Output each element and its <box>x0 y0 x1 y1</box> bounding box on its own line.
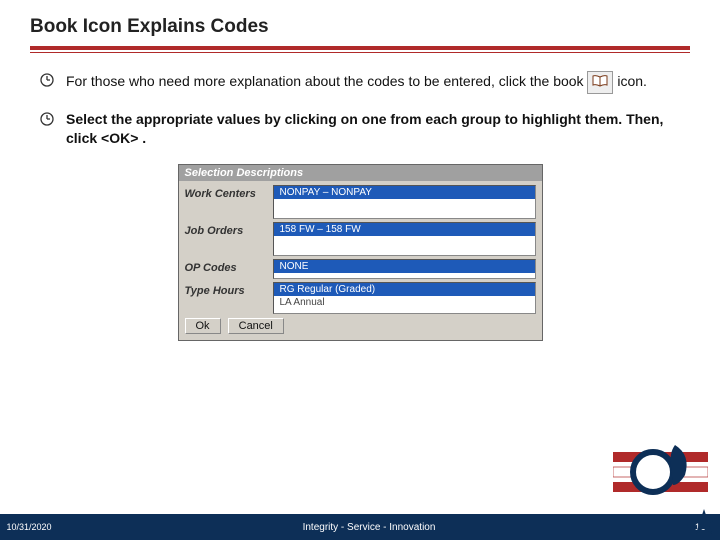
field-label: Work Centers <box>185 185 273 200</box>
book-icon[interactable] <box>587 71 613 94</box>
ok-button[interactable]: Ok <box>185 318 221 334</box>
field-label: Job Orders <box>185 222 273 237</box>
cancel-button[interactable]: Cancel <box>228 318 284 334</box>
footer-tagline: Integrity - Service - Innovation <box>303 522 436 533</box>
dialog-buttons: Ok Cancel <box>185 318 536 334</box>
list-item[interactable]: RG Regular (Graded) <box>274 283 535 296</box>
job-orders-list[interactable]: 158 FW – 158 FW <box>273 222 536 256</box>
type-hours-list[interactable]: RG Regular (Graded) LA Annual <box>273 282 536 314</box>
field-work-centers: Work Centers NONPAY – NONPAY <box>185 185 536 219</box>
footer-bar: 10/31/2020 Integrity - Service - Innovat… <box>0 514 720 540</box>
clock-bullet-icon <box>40 73 58 92</box>
field-label: OP Codes <box>185 259 273 274</box>
op-codes-list[interactable]: NONE <box>273 259 536 279</box>
footer-date: 10/31/2020 <box>6 522 51 532</box>
content-area: For those who need more explanation abou… <box>0 53 720 341</box>
slide-title: Book Icon Explains Codes <box>0 0 720 46</box>
list-item[interactable]: NONPAY – NONPAY <box>274 186 535 199</box>
bullet-2-text: Select the appropriate values by clickin… <box>66 110 680 148</box>
bullet-1-post: icon. <box>617 73 647 89</box>
selection-dialog: Selection Descriptions Work Centers NONP… <box>178 164 543 341</box>
list-item[interactable]: 158 FW – 158 FW <box>274 223 535 236</box>
list-item[interactable]: LA Annual <box>274 296 535 309</box>
list-item[interactable]: NONE <box>274 260 535 273</box>
serving-heroes-logo <box>613 437 708 512</box>
bullet-1-pre: For those who need more explanation abou… <box>66 73 587 89</box>
bullet-1-text: For those who need more explanation abou… <box>66 71 680 94</box>
bullet-1: For those who need more explanation abou… <box>40 71 680 94</box>
bullet-2: Select the appropriate values by clickin… <box>40 110 680 148</box>
footer-tagline-box: Integrity - Service - Innovation <box>58 514 680 540</box>
work-centers-list[interactable]: NONPAY – NONPAY <box>273 185 536 219</box>
star-icon <box>690 508 718 536</box>
field-job-orders: Job Orders 158 FW – 158 FW <box>185 222 536 256</box>
title-rule <box>0 46 720 53</box>
field-label: Type Hours <box>185 282 273 297</box>
footer-date-box: 10/31/2020 <box>0 514 58 540</box>
dialog-title: Selection Descriptions <box>179 165 542 181</box>
field-type-hours: Type Hours RG Regular (Graded) LA Annual <box>185 282 536 314</box>
clock-bullet-icon <box>40 112 58 131</box>
field-op-codes: OP Codes NONE <box>185 259 536 279</box>
